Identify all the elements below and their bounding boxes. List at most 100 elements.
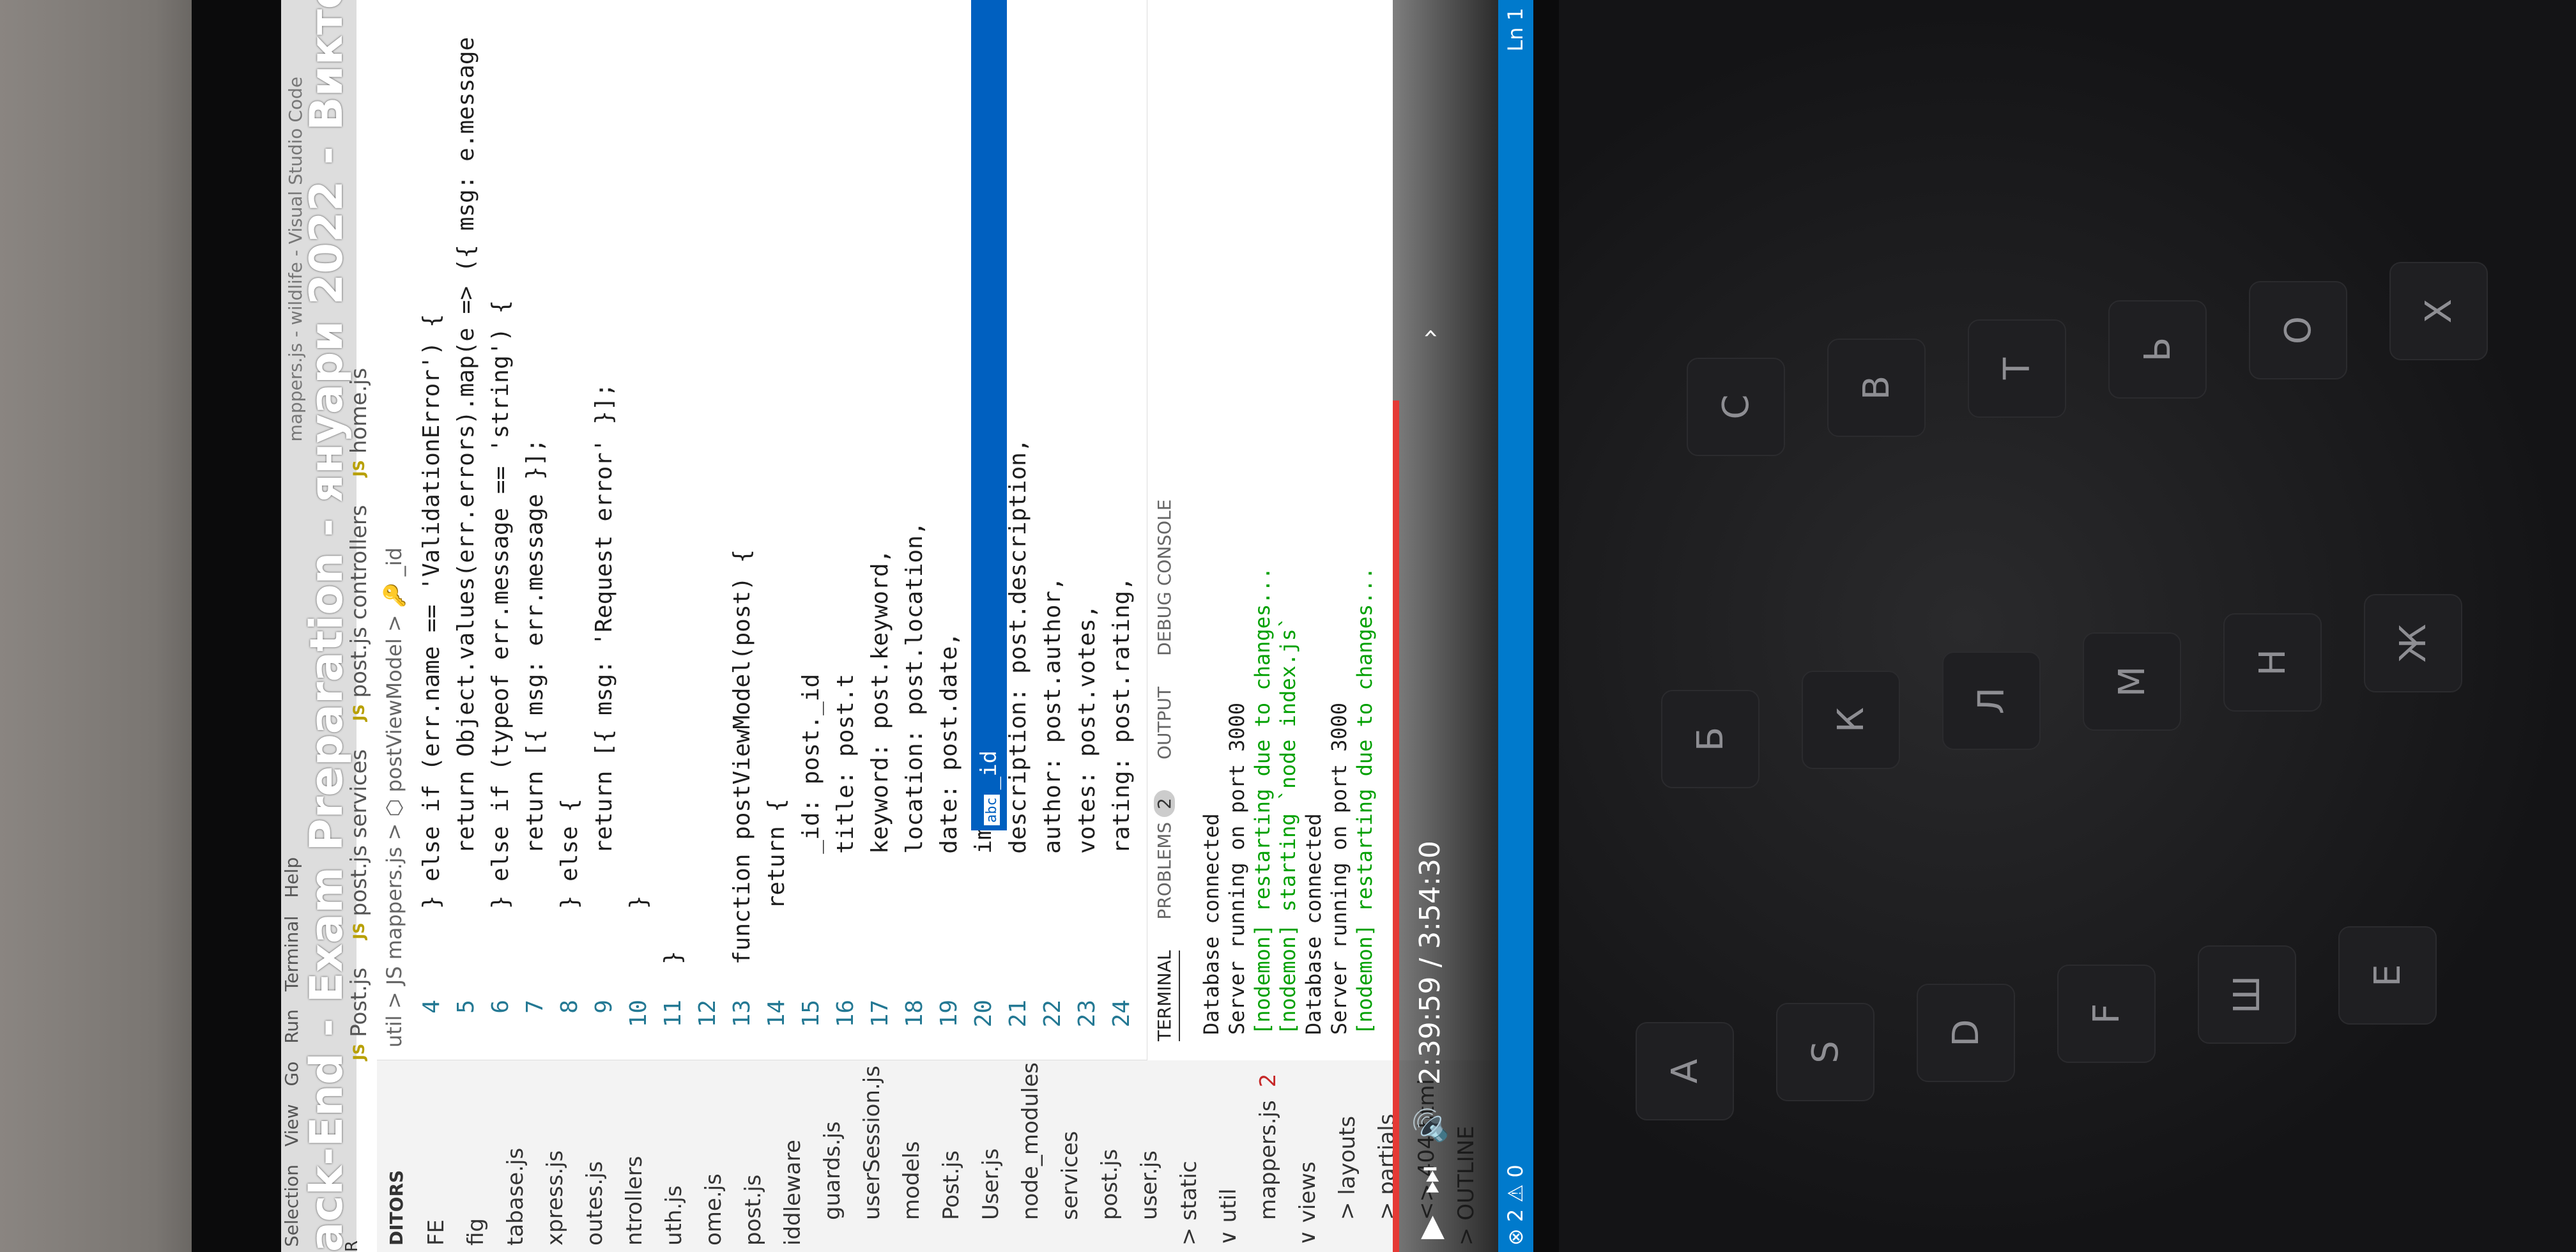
file-tree-item-label: services <box>1057 1131 1083 1220</box>
file-tree-item[interactable]: xpress.js <box>535 1060 575 1252</box>
tab-output[interactable]: OUTPUT <box>1154 687 1180 760</box>
open-editors-header[interactable]: DITORS <box>377 1060 417 1252</box>
code-line: 10 } <box>619 896 659 1060</box>
breadcrumb[interactable]: util > JS mappers.js > ⬡ postViewModel >… <box>382 547 406 1048</box>
file-tree-item[interactable]: outes.js <box>575 1060 615 1252</box>
line-number: 24 <box>1108 1000 1135 1028</box>
file-tree-item[interactable]: guards.js <box>813 1060 852 1252</box>
autocomplete-suggestion[interactable]: abc _id <box>971 0 1007 830</box>
code-text: keyword: post.keyword, <box>867 549 893 965</box>
keyboard-key: Ж <box>2364 594 2462 692</box>
file-tree-item[interactable]: fig <box>456 1060 496 1252</box>
editor-tab[interactable]: JS post.js services <box>344 749 374 940</box>
code-editor[interactable]: 4 } else if (err.name == 'ValidationErro… <box>412 0 1147 1060</box>
next-icon[interactable]: ⏭ <box>1412 1166 1448 1194</box>
code-text: author: post.author, <box>1039 577 1066 965</box>
editor-tab[interactable]: JS home.js <box>344 368 374 477</box>
file-tree-item[interactable]: ∨ views <box>1288 1060 1328 1252</box>
chevron-right-icon[interactable]: › <box>1415 328 1445 339</box>
explorer-sidebar: DITORS FE fig tabase.js xpress.js outes.js nt… <box>377 1060 1533 1252</box>
video-progress-bar[interactable] <box>1393 401 1399 1252</box>
line-number: 6 <box>487 1000 514 1014</box>
tab-debug-console[interactable]: DEBUG CONSOLE <box>1154 500 1180 656</box>
editor-tab-label: home.js <box>346 367 372 454</box>
terminal-line: [nodemon] restarting due to changes... <box>1250 567 1275 1035</box>
tab-terminal[interactable]: TERMINAL <box>1154 950 1180 1041</box>
file-tree-item[interactable]: userSession.js <box>852 1060 892 1252</box>
terminal-line: Server running on port 3000 <box>1327 702 1351 1035</box>
file-tree-item[interactable]: Post.js <box>931 1060 971 1252</box>
keyboard-key: О <box>2249 281 2347 379</box>
keyboard-key: В <box>1827 339 1926 437</box>
line-number: 20 <box>970 1000 997 1028</box>
code-line: 18 location: post.location, <box>895 521 935 1060</box>
file-tree-item[interactable]: User.js <box>971 1060 1011 1252</box>
terminal-output[interactable]: Database connected Server running on port… <box>1199 567 1377 1035</box>
file-tree-item[interactable]: post.js <box>733 1060 773 1252</box>
keyboard-key: Л <box>1942 652 2041 750</box>
file-tree-item[interactable]: user.js <box>1130 1060 1169 1252</box>
line-number: 9 <box>591 1000 617 1014</box>
editor-tab[interactable]: JS Post.js <box>344 968 374 1060</box>
code-text: title: post.t <box>832 673 859 965</box>
code-line: 6 } else if (typeof err.message == 'stri… <box>481 300 521 1060</box>
video-timecode: 2:39:59 / 3:54:30 <box>1414 841 1446 1085</box>
line-number: 17 <box>867 1000 893 1028</box>
file-tree-item-label: uth.js <box>661 1185 687 1246</box>
keyboard-key: Е <box>2338 926 2437 1025</box>
file-tree-item[interactable]: mappers.js 2 <box>1248 1060 1288 1252</box>
file-tree-item-label: models <box>899 1141 924 1220</box>
line-number: 18 <box>901 1000 928 1028</box>
editor-tab[interactable]: JS post.js controllers <box>344 505 374 721</box>
problems-status[interactable]: ⊗ 2 ⚠ 0 <box>1498 1164 1533 1246</box>
file-tree-item[interactable]: tabase.js <box>496 1060 535 1252</box>
file-tree-item-label: mappers.js <box>1255 1100 1281 1220</box>
editor-tab-label: post.js controllers <box>346 505 372 698</box>
editor-tab-label: Post.js <box>346 967 372 1037</box>
terminal-line: Database connected <box>1199 813 1223 1035</box>
code-line: 22 author: post.author, <box>1033 577 1073 1060</box>
code-text: description: post.description, <box>1005 438 1031 965</box>
file-tree-item[interactable]: ome.js <box>694 1060 733 1252</box>
file-tree-item[interactable]: services <box>1050 1060 1090 1252</box>
cursor-position[interactable]: Ln 1 <box>1498 8 1533 52</box>
file-tree-item-label: Post.js <box>939 1150 964 1220</box>
file-tree-item-label: FE <box>424 1219 449 1246</box>
line-number: 8 <box>556 1000 583 1014</box>
code-line: 23 votes: post.votes, <box>1068 604 1107 1060</box>
file-tree-item[interactable]: FE <box>417 1060 456 1252</box>
file-tree-item[interactable]: post.js <box>1090 1060 1130 1252</box>
terminal-line: [nodemon] restarting due to changes... <box>1353 567 1377 1035</box>
tab-problems[interactable]: PROBLEMS 2 <box>1154 790 1180 920</box>
file-tree-item[interactable]: node_modules <box>1011 1060 1050 1252</box>
file-tree-item-label: outes.js <box>582 1161 608 1246</box>
file-tree-item[interactable]: ∨ util <box>1209 1060 1248 1252</box>
file-tree-item[interactable]: > layouts <box>1328 1060 1367 1252</box>
code-line: 8 } else { <box>550 798 590 1060</box>
keyboard-key: Б <box>1661 690 1759 788</box>
keyboard-key: Н <box>2223 613 2322 712</box>
file-tree-item-label: > layouts <box>1335 1115 1360 1220</box>
editor-tab-label: post.js services <box>346 749 372 917</box>
file-tree-item-label: user.js <box>1137 1150 1162 1220</box>
js-file-icon: JS <box>350 1043 368 1060</box>
play-icon[interactable]: ▶ <box>1413 1216 1448 1239</box>
tab-problems-label: PROBLEMS <box>1154 821 1175 920</box>
line-number: 21 <box>1005 1000 1031 1028</box>
code-line: 12 <box>688 965 728 1060</box>
line-number: 22 <box>1039 1000 1066 1028</box>
file-tree-item[interactable]: models <box>892 1060 931 1252</box>
code-line: 4 } else if (err.name == 'ValidationErro… <box>412 314 452 1060</box>
file-tree-item[interactable]: > static <box>1169 1060 1209 1252</box>
keyboard-key: С <box>1687 358 1785 456</box>
file-tree-item[interactable]: ntrollers <box>615 1060 654 1252</box>
line-number: 15 <box>798 1000 824 1028</box>
file-tree-item-label: post.js <box>1097 1149 1123 1220</box>
keyboard-key: Ш <box>2198 945 2296 1044</box>
file-tree-item-label: xpress.js <box>542 1150 568 1246</box>
volume-icon[interactable]: 🔊 <box>1412 1106 1448 1145</box>
file-tree-item[interactable]: iddleware <box>773 1060 813 1252</box>
file-tree-item[interactable]: uth.js <box>654 1060 694 1252</box>
code-text: return [{ msg: err.message }]; <box>522 438 548 965</box>
code-line: 11} <box>654 950 693 1060</box>
